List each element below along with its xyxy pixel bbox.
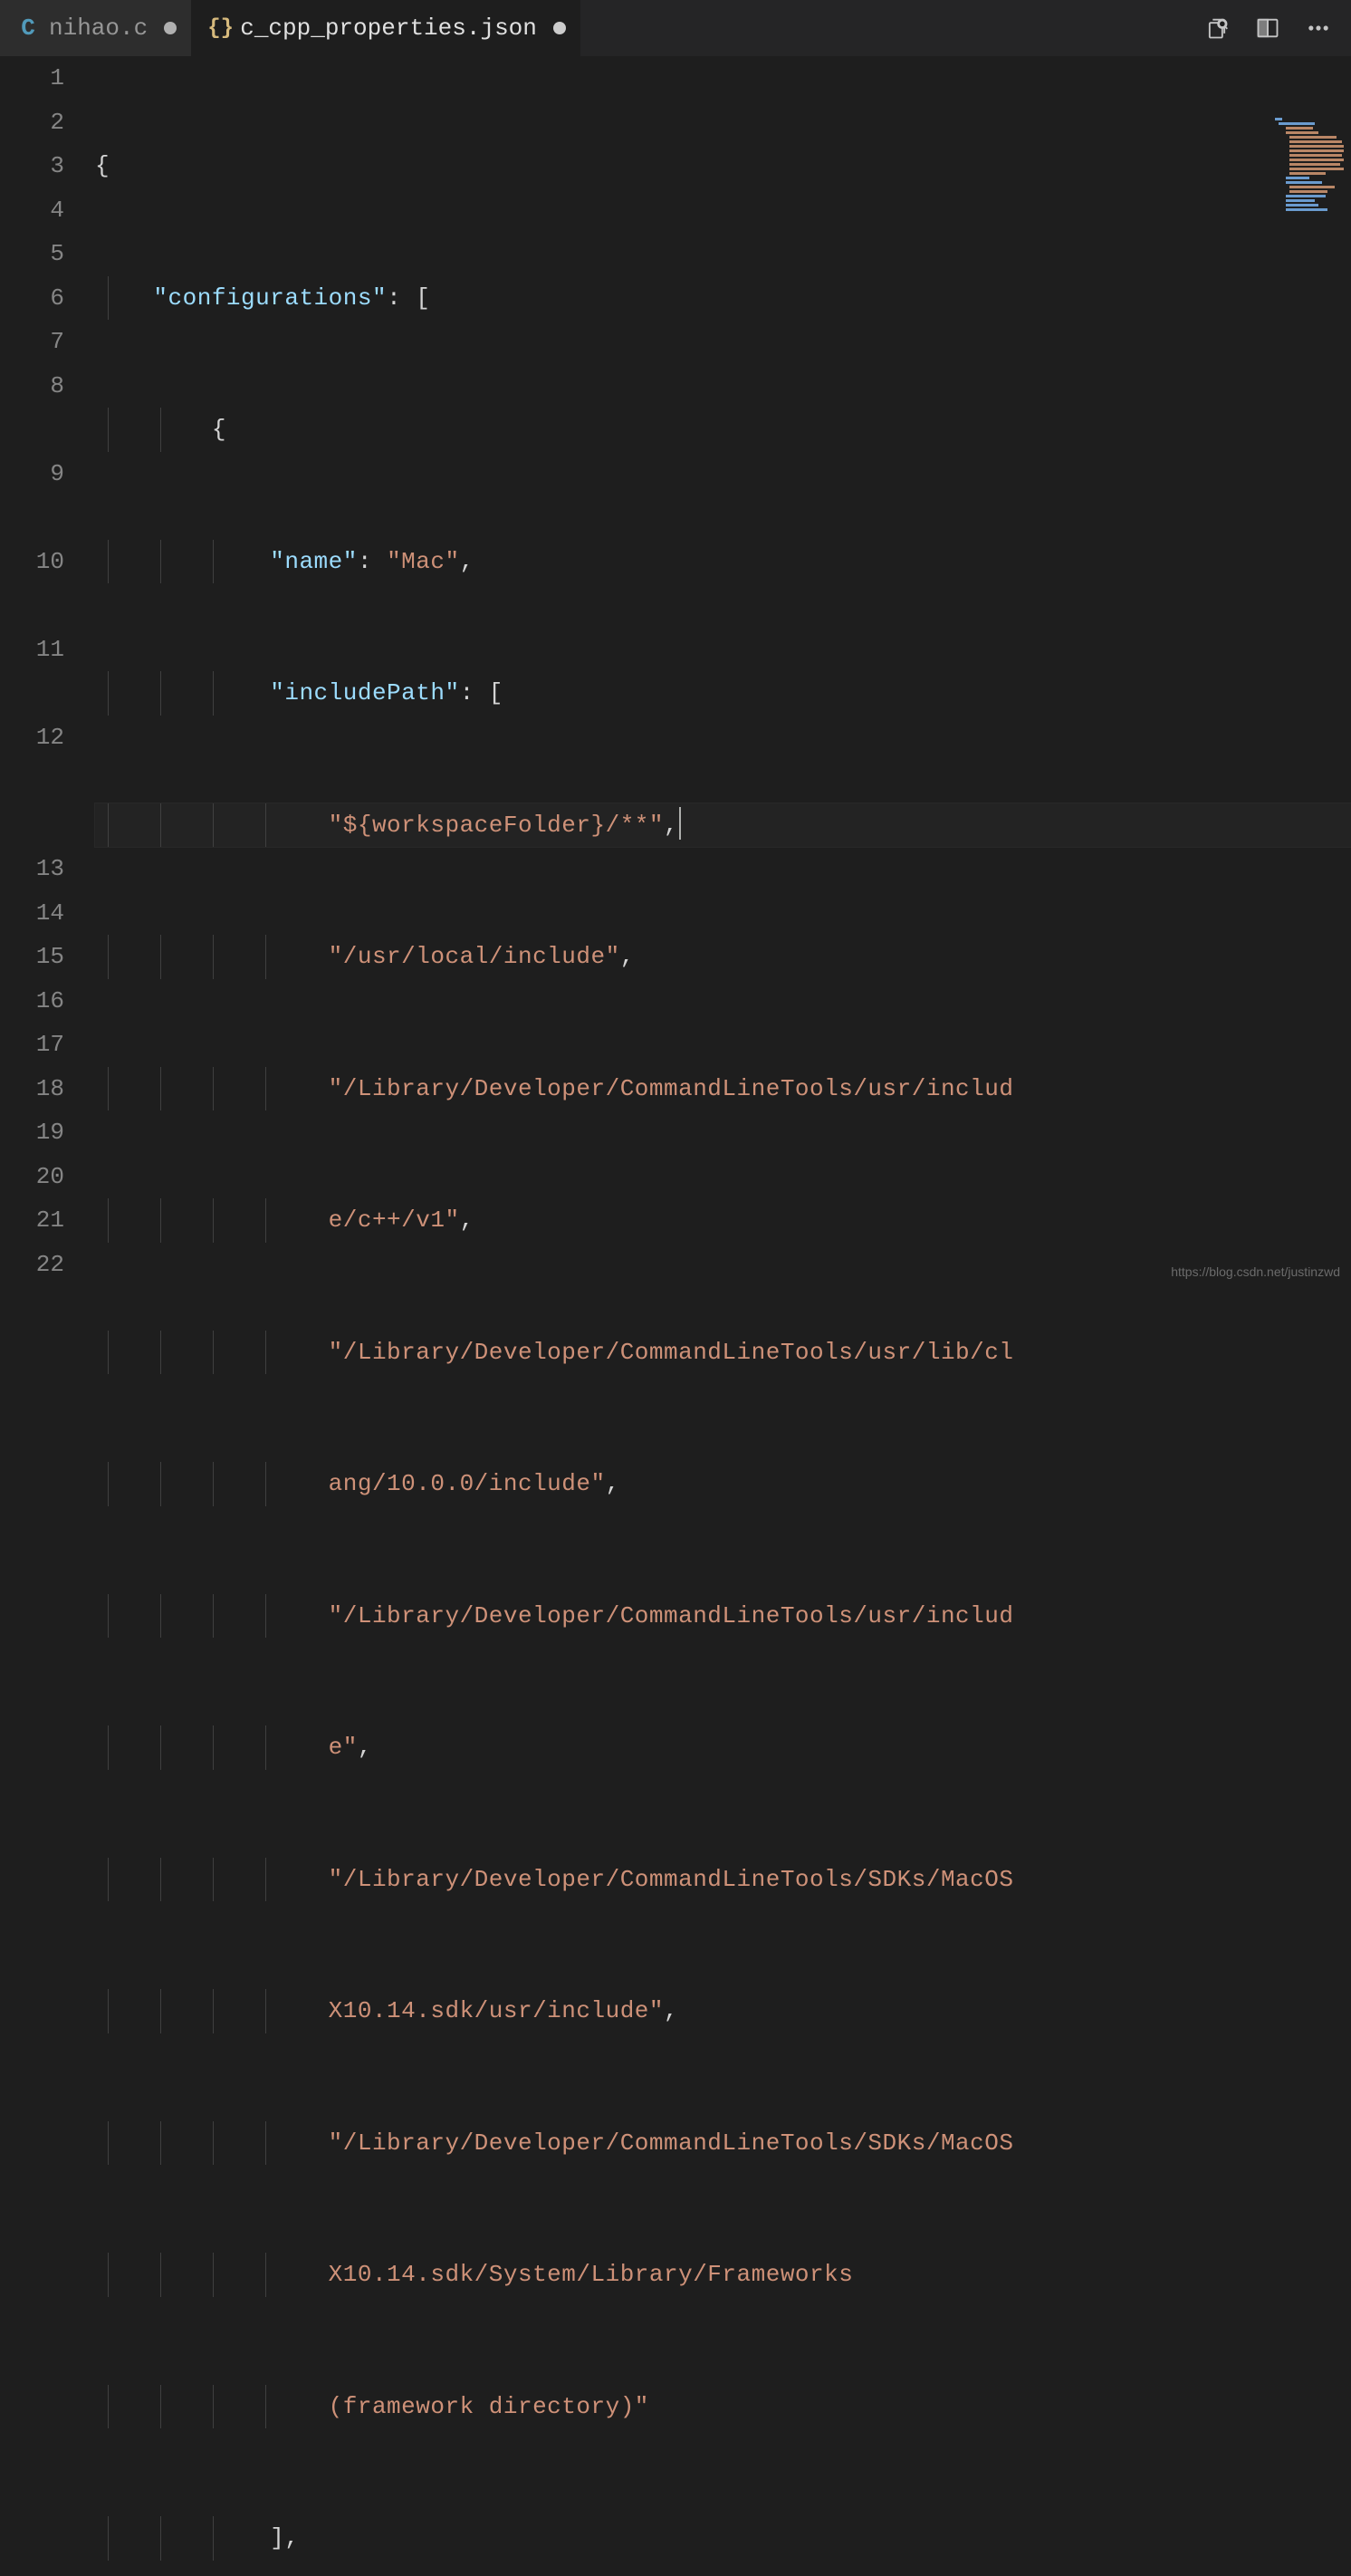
line-number: 10 xyxy=(0,540,64,584)
line-number: 6 xyxy=(0,276,64,321)
json-string: "/usr/local/include" xyxy=(329,943,620,970)
json-key: "configurations" xyxy=(153,284,387,312)
line-number: 13 xyxy=(0,847,64,891)
line-number: 12 xyxy=(0,716,64,760)
line-number: 8 xyxy=(0,364,64,409)
line-number: 17 xyxy=(0,1023,64,1067)
text-cursor xyxy=(679,807,681,840)
json-string: "/Library/Developer/CommandLineTools/SDK… xyxy=(329,2129,1014,2157)
brace: { xyxy=(212,416,226,443)
open-changes-icon[interactable] xyxy=(1204,15,1230,41)
c-file-icon: C xyxy=(16,14,40,42)
json-string: "${workspaceFolder}/**" xyxy=(329,812,664,839)
dirty-indicator-icon xyxy=(164,22,177,34)
minimap[interactable] xyxy=(1273,118,1346,226)
json-string: "/Library/Developer/CommandLineTools/SDK… xyxy=(329,1866,1014,1893)
line-number: 1 xyxy=(0,56,64,101)
line-number: 19 xyxy=(0,1110,64,1155)
json-key: "name" xyxy=(270,548,358,575)
line-number: 14 xyxy=(0,891,64,936)
json-string: ang/10.0.0/include" xyxy=(329,1470,606,1497)
punct: : [ xyxy=(460,679,503,706)
json-string: (framework directory)" xyxy=(329,2393,649,2420)
json-string: e/c++/v1" xyxy=(329,1206,460,1234)
tab-c-cpp-properties[interactable]: {} c_cpp_properties.json xyxy=(191,0,580,56)
code-area[interactable]: { "configurations": [ { "name": "Mac", "… xyxy=(95,56,1351,1288)
brace: { xyxy=(95,152,110,179)
split-editor-icon[interactable] xyxy=(1255,15,1280,41)
json-file-icon: {} xyxy=(207,16,231,41)
line-number: 3 xyxy=(0,144,64,188)
current-line: "${workspaceFolder}/**", xyxy=(95,803,1351,848)
json-string: e" xyxy=(329,1734,358,1761)
tab-nihao-c[interactable]: C nihao.c xyxy=(0,0,191,56)
line-number: 22 xyxy=(0,1243,64,1287)
json-key: "includePath" xyxy=(270,679,459,706)
tab-label: nihao.c xyxy=(49,14,148,42)
more-icon[interactable] xyxy=(1306,15,1331,41)
line-number: 20 xyxy=(0,1155,64,1199)
line-number: 9 xyxy=(0,452,64,496)
punct: ], xyxy=(270,2524,299,2552)
line-number: 7 xyxy=(0,320,64,364)
line-number: 2 xyxy=(0,101,64,145)
punct: : [ xyxy=(387,284,430,312)
dirty-indicator-icon xyxy=(553,22,566,34)
tab-label: c_cpp_properties.json xyxy=(240,14,537,42)
json-string: X10.14.sdk/System/Library/Frameworks xyxy=(329,2261,854,2288)
line-number: 18 xyxy=(0,1067,64,1111)
watermark: https://blog.csdn.net/justinzwd xyxy=(1171,1264,1340,1279)
editor[interactable]: 1 2 3 4 5 6 7 8 . 9 . 10 . 11 . 12 . . 1… xyxy=(0,56,1351,1288)
json-string: "Mac" xyxy=(387,548,460,575)
line-number: 21 xyxy=(0,1198,64,1243)
line-number: 15 xyxy=(0,935,64,979)
json-string: "/Library/Developer/CommandLineTools/usr… xyxy=(329,1339,1014,1366)
line-number: 11 xyxy=(0,628,64,672)
line-number: 5 xyxy=(0,232,64,276)
line-number: 4 xyxy=(0,188,64,233)
json-string: "/Library/Developer/CommandLineTools/usr… xyxy=(329,1602,1014,1629)
tabbar-actions xyxy=(1204,15,1351,41)
line-number-gutter: 1 2 3 4 5 6 7 8 . 9 . 10 . 11 . 12 . . 1… xyxy=(0,56,95,1288)
line-number: 16 xyxy=(0,979,64,1024)
json-string: X10.14.sdk/usr/include" xyxy=(329,1997,664,2024)
tab-bar: C nihao.c {} c_cpp_properties.json xyxy=(0,0,1351,56)
json-string: "/Library/Developer/CommandLineTools/usr… xyxy=(329,1075,1014,1102)
